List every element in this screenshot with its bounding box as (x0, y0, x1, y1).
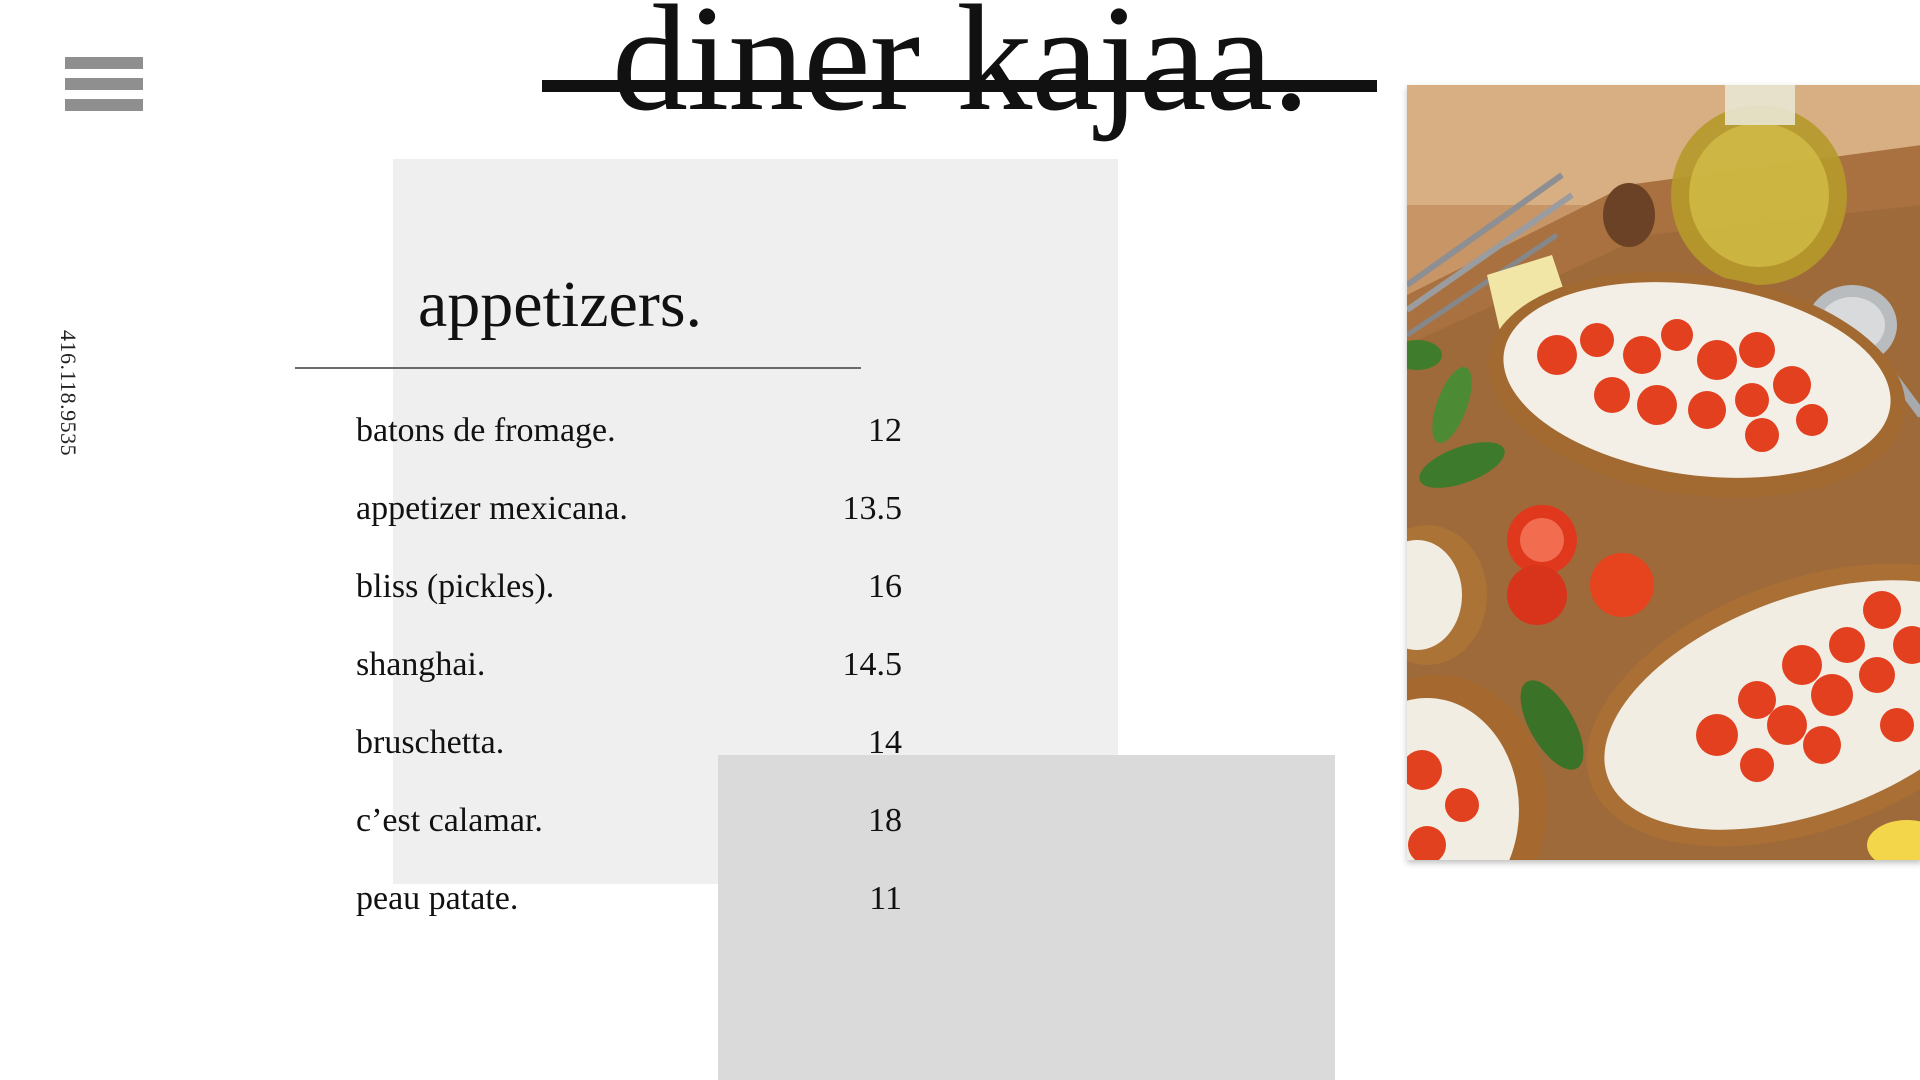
menu-item: shanghai. 14.5 (356, 646, 902, 724)
menu-item-price: 18 (868, 802, 902, 839)
menu-item: peau patate. 11 (356, 880, 902, 958)
hamburger-menu-icon[interactable] (65, 57, 143, 111)
food-photo (1407, 85, 1920, 860)
page: 416.118.9535 diner kajaa. appetizers. ba… (0, 0, 1920, 1080)
menu-item-name: peau patate. (356, 880, 519, 917)
menu-item-price: 12 (868, 412, 902, 449)
menu-item: bruschetta. 14 (356, 724, 902, 802)
menu-item-name: bliss (pickles). (356, 568, 555, 605)
section-title: appetizers. (418, 268, 703, 341)
section-divider (295, 367, 861, 369)
brand-name: diner kajaa. (612, 0, 1310, 142)
menu-item-name: appetizer mexicana. (356, 490, 628, 527)
menu-item: batons de fromage. 12 (356, 412, 902, 490)
menu-item-price: 14 (868, 724, 902, 761)
menu-bar (65, 99, 143, 111)
menu-item-name: c’est calamar. (356, 802, 543, 839)
menu-bar (65, 57, 143, 69)
brand-strikethrough (542, 80, 1377, 92)
menu-item-name: bruschetta. (356, 724, 505, 761)
menu-item-price: 13.5 (842, 490, 903, 527)
menu-item: bliss (pickles). 16 (356, 568, 902, 646)
menu-list: batons de fromage. 12 appetizer mexicana… (356, 412, 902, 958)
menu-item-price: 16 (868, 568, 902, 605)
bruschetta-illustration (1407, 85, 1920, 860)
menu-item-price: 11 (869, 880, 902, 917)
menu-item-name: batons de fromage. (356, 412, 616, 449)
menu-item: c’est calamar. 18 (356, 802, 902, 880)
menu-item: appetizer mexicana. 13.5 (356, 490, 902, 568)
menu-bar (65, 78, 143, 90)
brand-logo[interactable]: diner kajaa. (542, 0, 1377, 160)
phone-number[interactable]: 416.118.9535 (55, 330, 81, 456)
menu-item-name: shanghai. (356, 646, 486, 683)
menu-item-price: 14.5 (842, 646, 903, 683)
